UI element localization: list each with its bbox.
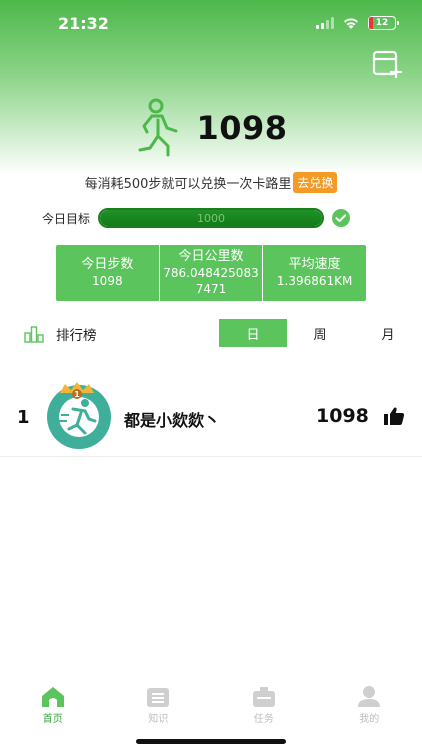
stat-speed: 平均速度 1.396861KM [263, 245, 366, 301]
check-circle-icon [332, 209, 350, 227]
tab-profile[interactable]: 我的 [317, 680, 422, 730]
goal-label: 今日目标 [42, 211, 91, 226]
battery-level: 12 [375, 18, 389, 28]
tab-home[interactable]: 首页 [0, 680, 106, 730]
goal-target: 1000 [197, 211, 225, 225]
stat-steps: 今日步数 1098 [56, 245, 160, 301]
leaderboard-row[interactable]: 1 1 都是小欻欻丶 1098 [0, 377, 422, 457]
bar-chart-icon [24, 326, 44, 343]
walking-person-icon [138, 98, 178, 157]
goal-progress-bar: 1000 [98, 208, 324, 228]
stat-title: 平均速度 [288, 257, 341, 272]
stat-value: 1.396861KM [276, 274, 353, 288]
home-indicator [136, 739, 286, 744]
total-steps: 1098 [196, 109, 288, 147]
tab-day[interactable]: 日 [219, 319, 287, 347]
ranking-header: 排行榜 日 周 月 [0, 319, 422, 347]
avatar: 1 [47, 382, 111, 449]
home-icon [41, 687, 64, 707]
ranking-title: 排行榜 [56, 328, 97, 344]
cellular-signal-icon [316, 17, 334, 29]
step-summary: 1098 [0, 96, 422, 160]
book-icon [147, 688, 170, 707]
status-indicators: 12 [316, 16, 399, 30]
exchange-button[interactable]: 去兑换 [293, 171, 338, 193]
daily-goal: 今日目标 1000 [42, 207, 382, 229]
bottom-tab-bar: 首页 知识 任务 我的 [0, 680, 422, 730]
tab-label: 首页 [42, 714, 63, 725]
tab-knowledge[interactable]: 知识 [106, 680, 212, 730]
stat-title: 今日步数 [81, 257, 134, 272]
battery-icon: 12 [368, 16, 399, 30]
thumbs-up-icon[interactable] [383, 406, 405, 426]
user-name: 都是小欻欻丶 [124, 411, 221, 430]
exchange-hint: 每消耗500步就可以兑换一次卡路里 [84, 176, 292, 192]
crown-badge-number: 1 [74, 390, 80, 399]
stat-distance: 今日公里数 786.0484250837471 [160, 245, 264, 301]
status-bar: 21:32 12 [0, 0, 422, 46]
calendar-plus-icon[interactable] [372, 49, 404, 79]
exchange-row: 每消耗500步就可以兑换一次卡路里 去兑换 [0, 171, 422, 193]
stat-value: 1098 [92, 274, 123, 288]
status-time: 21:32 [58, 13, 109, 33]
person-icon [358, 686, 381, 707]
stats-panel: 今日步数 1098 今日公里数 786.0484250837471 平均速度 1… [56, 245, 366, 301]
tab-week[interactable]: 周 [286, 319, 354, 347]
briefcase-icon [252, 687, 275, 707]
tab-tasks[interactable]: 任务 [211, 680, 317, 730]
stat-value: 786.0484250837471 [163, 266, 259, 296]
stat-title: 今日公里数 [178, 249, 244, 264]
wifi-icon [344, 18, 358, 29]
tab-month[interactable]: 月 [354, 319, 422, 347]
rank-number: 1 [17, 407, 30, 428]
tab-label: 知识 [148, 714, 169, 725]
tab-label: 任务 [253, 714, 274, 725]
tab-label: 我的 [359, 714, 380, 725]
user-steps: 1098 [316, 405, 369, 427]
